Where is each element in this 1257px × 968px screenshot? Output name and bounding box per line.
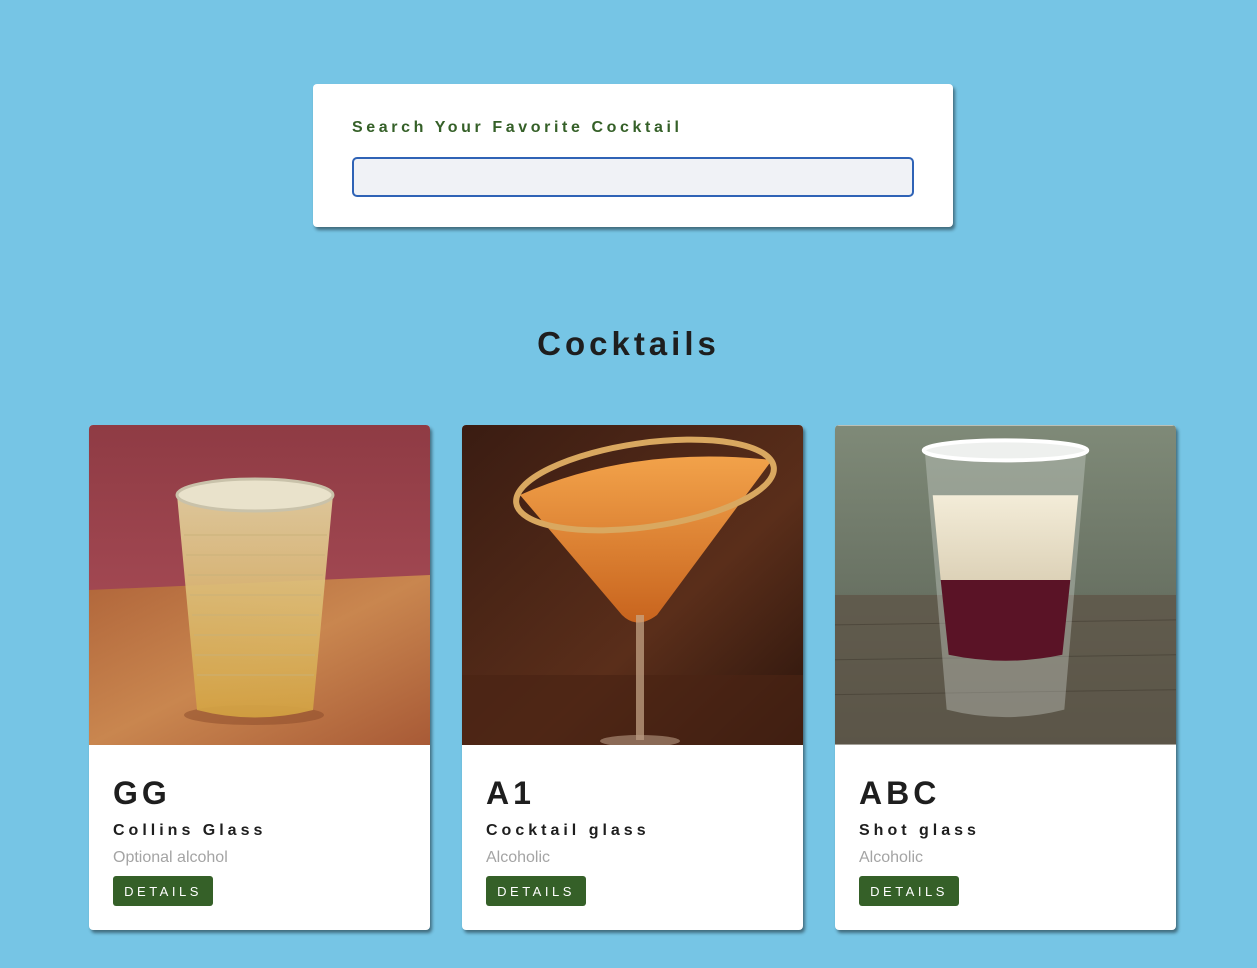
search-label: Search Your Favorite Cocktail bbox=[352, 119, 683, 136]
cocktail-info: Optional alcohol bbox=[113, 849, 228, 866]
search-form: Search Your Favorite Cocktail bbox=[313, 84, 953, 227]
details-button[interactable]: DETAILS bbox=[113, 876, 213, 906]
cocktail-name: ABC bbox=[859, 775, 941, 811]
cocktail-name: GG bbox=[113, 775, 171, 811]
cocktail-info: Alcoholic bbox=[486, 849, 551, 866]
search-input[interactable] bbox=[352, 157, 914, 197]
cocktail-image bbox=[89, 425, 430, 745]
cocktail-card: GG Collins Glass Optional alcohol DETAIL… bbox=[89, 425, 430, 930]
cocktail-card: A1 Cocktail glass Alcoholic DETAILS bbox=[462, 425, 803, 930]
cocktail-card: ABC Shot glass Alcoholic DETAILS bbox=[835, 425, 1176, 930]
cocktail-glass: Collins Glass bbox=[113, 822, 267, 839]
cocktail-glass: Shot glass bbox=[859, 822, 980, 839]
cocktail-name: A1 bbox=[486, 775, 535, 811]
cocktail-glass: Cocktail glass bbox=[486, 822, 650, 839]
details-button[interactable]: DETAILS bbox=[486, 876, 586, 906]
cocktail-image bbox=[835, 425, 1176, 745]
details-button[interactable]: DETAILS bbox=[859, 876, 959, 906]
cocktail-image bbox=[462, 425, 803, 745]
cocktail-info: Alcoholic bbox=[859, 849, 924, 866]
section-title: Cocktails bbox=[537, 325, 720, 362]
